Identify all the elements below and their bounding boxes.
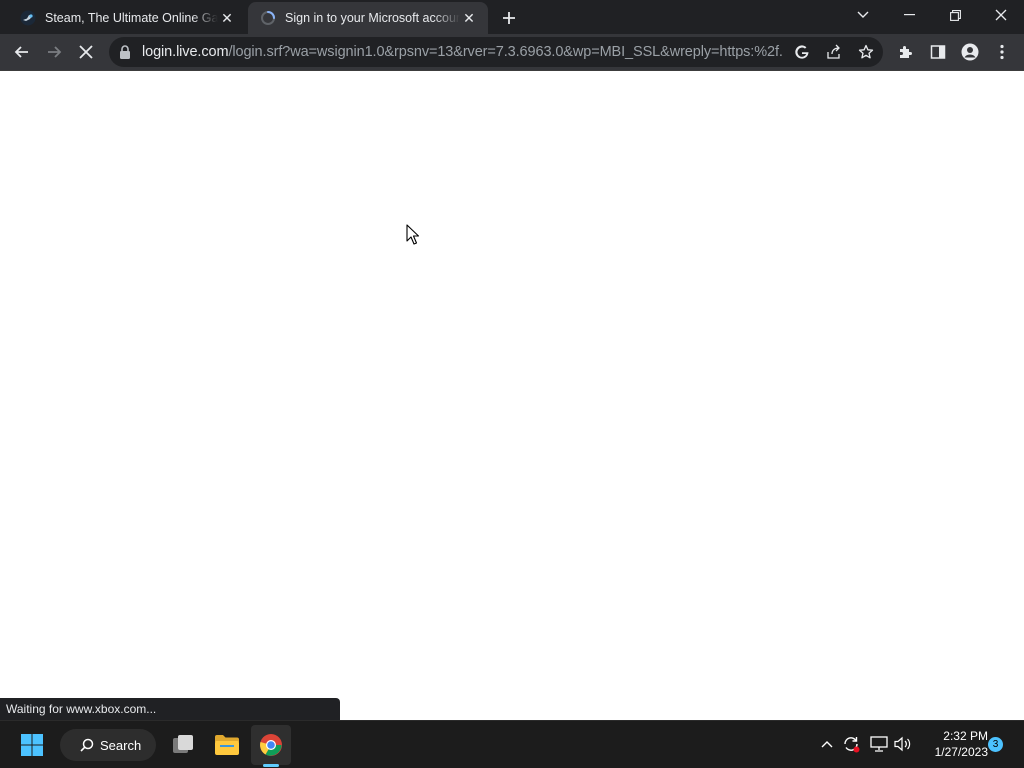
taskbar-search[interactable]: Search: [60, 729, 156, 761]
close-icon: [79, 45, 93, 59]
volume-button[interactable]: [892, 733, 914, 755]
plus-icon: [503, 12, 515, 24]
tab-title: Steam, The Ultimate Online Game Platform: [45, 11, 218, 25]
file-explorer-button[interactable]: [207, 725, 247, 765]
start-button[interactable]: [12, 725, 52, 765]
profile-button[interactable]: [956, 38, 984, 66]
arrow-right-icon: [48, 46, 62, 58]
share-button[interactable]: [823, 41, 845, 63]
loading-spinner-icon: [260, 10, 276, 26]
minimize-icon: [903, 14, 915, 16]
chrome-icon: [260, 734, 282, 756]
browser-toolbar: login.live.com/login.srf?wa=wsignin1.0&r…: [0, 34, 1024, 71]
url-text[interactable]: login.live.com/login.srf?wa=wsignin1.0&r…: [142, 44, 782, 60]
chevron-up-icon: [821, 741, 833, 748]
tab-strip: Steam, The Ultimate Online Game Platform…: [0, 0, 1024, 34]
notification-badge[interactable]: 3: [988, 737, 1003, 752]
close-icon: [995, 9, 1007, 21]
tab-search-button[interactable]: [840, 0, 886, 30]
profile-icon: [961, 43, 979, 61]
clock-time: 2:32 PM: [943, 729, 988, 743]
mouse-cursor-icon: [406, 224, 420, 245]
puzzle-icon: [900, 46, 912, 58]
google-icon: [795, 45, 809, 59]
new-tab-button[interactable]: [498, 7, 520, 29]
google-lens-button[interactable]: [791, 41, 813, 63]
lock-icon[interactable]: [119, 45, 131, 59]
extensions-button[interactable]: [892, 38, 920, 66]
arrow-left-icon: [14, 46, 28, 58]
minimize-button[interactable]: [886, 0, 932, 30]
volume-icon: [894, 736, 911, 752]
more-vertical-icon: [1000, 44, 1004, 60]
url-host: login.live.com: [142, 44, 229, 60]
steam-icon: [20, 10, 36, 26]
back-button[interactable]: [8, 38, 36, 66]
page-content: Waiting for www.xbox.com...: [0, 71, 1024, 720]
windows-icon: [21, 734, 43, 756]
side-panel-icon: [930, 45, 946, 59]
restore-button[interactable]: [932, 0, 978, 30]
forward-button[interactable]: [40, 38, 68, 66]
stop-loading-button[interactable]: [72, 38, 100, 66]
folder-icon: [215, 735, 239, 755]
search-icon: [80, 738, 94, 752]
tab-steam[interactable]: Steam, The Ultimate Online Game Platform…: [8, 2, 246, 34]
chevron-down-icon: [857, 11, 869, 18]
star-icon: [858, 44, 874, 59]
search-label: Search: [100, 737, 142, 753]
sync-icon: [844, 737, 860, 753]
task-view-icon: [173, 735, 193, 753]
tab-title: Sign in to your Microsoft account: [285, 11, 460, 25]
network-button[interactable]: [868, 733, 890, 755]
close-window-button[interactable]: [978, 0, 1024, 30]
status-bubble: Waiting for www.xbox.com...: [0, 698, 340, 720]
taskbar: Search 2:32 PM 1/27/2023 3: [0, 720, 1024, 768]
task-view-button[interactable]: [163, 725, 203, 765]
bookmark-button[interactable]: [855, 41, 877, 63]
tab-microsoft-signin[interactable]: Sign in to your Microsoft account ✕: [248, 2, 488, 34]
url-path: /login.srf?wa=wsignin1.0&rpsnv=13&rver=7…: [228, 44, 782, 60]
network-icon: [870, 736, 888, 752]
chrome-menu-button[interactable]: [988, 38, 1016, 66]
side-panel-button[interactable]: [924, 38, 952, 66]
restore-icon: [949, 9, 961, 21]
sync-status-button[interactable]: [840, 733, 862, 755]
close-tab-icon[interactable]: ✕: [218, 9, 236, 27]
show-hidden-icons-button[interactable]: [816, 733, 838, 755]
clock-date: 1/27/2023: [934, 745, 988, 759]
share-icon: [827, 44, 840, 59]
active-app-indicator: [263, 764, 279, 767]
chrome-taskbar-button[interactable]: [251, 725, 291, 765]
system-clock[interactable]: 2:32 PM 1/27/2023: [918, 728, 988, 760]
address-bar[interactable]: login.live.com/login.srf?wa=wsignin1.0&r…: [109, 37, 883, 67]
close-tab-icon[interactable]: ✕: [460, 9, 478, 27]
